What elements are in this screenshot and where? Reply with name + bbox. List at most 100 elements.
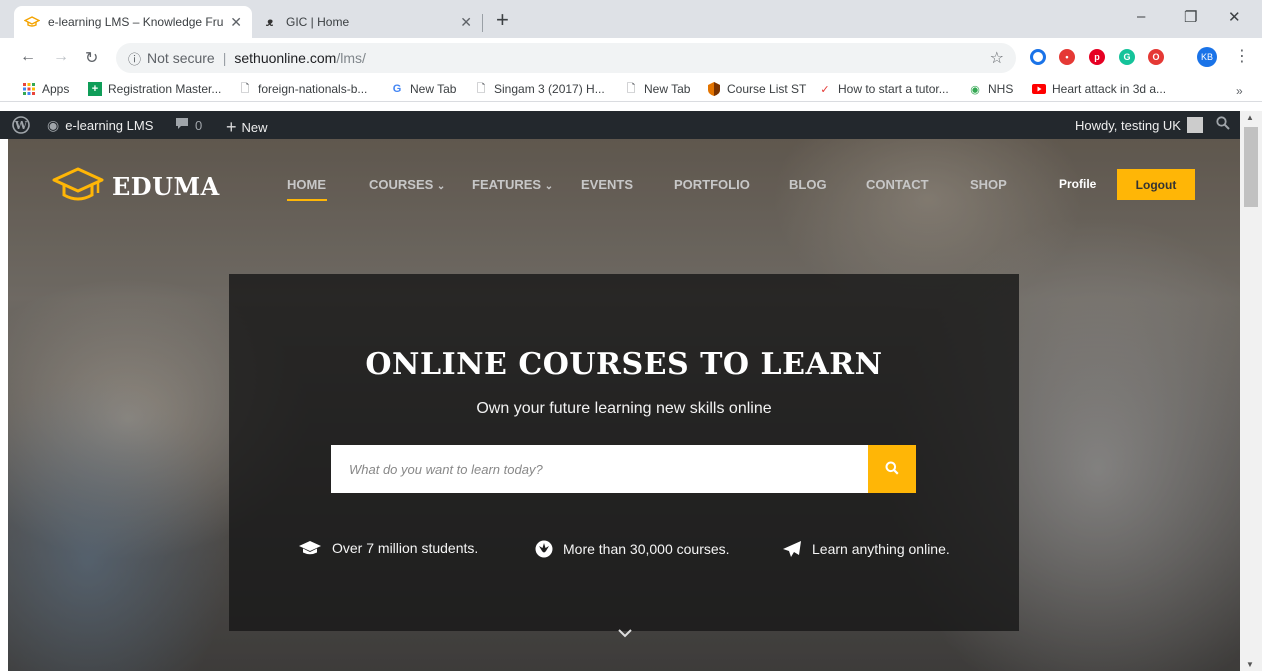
rebel-icon [535,540,553,558]
user-avatar [1186,117,1203,133]
nhs-icon: ◉ [970,83,980,96]
nav-courses[interactable]: COURSES ⌄ [369,177,445,192]
nav-events[interactable]: EVENTS [581,177,633,192]
profile-link[interactable]: Profile [1059,177,1096,191]
graduation-cap-icon [298,540,322,556]
admin-search-icon[interactable] [1216,116,1230,133]
bookmark-star-icon[interactable]: ☆ [990,48,1004,68]
tab-title: e-learning LMS – Knowledge Fru [48,15,224,29]
site-logo[interactable]: EDUMA [52,166,220,207]
bookmark-nhs[interactable]: ◉ NHS [968,82,1013,96]
bookmark-new-tab[interactable]: 🗋 New Tab [624,82,691,96]
browser-tab-elearning[interactable]: e-learning LMS – Knowledge Fru ✕ [14,6,252,38]
admin-site-link[interactable]: ◉ e-learning LMS [47,117,153,134]
chevron-down-icon: ⌄ [544,181,554,192]
apps-grid-icon [22,82,36,96]
minimize-button[interactable]: – [1137,8,1145,25]
bookmark-singam[interactable]: 🗋 Singam 3 (2017) H... [474,82,605,96]
adblock-extension-icon[interactable]: O [1148,49,1164,65]
tab-separator [482,14,483,32]
bookmark-registration[interactable]: + Registration Master... [88,82,221,96]
course-search-button[interactable] [868,445,916,493]
page-icon: 🗋 [476,82,486,95]
browser-tab-gic[interactable]: ᴥ GIC | Home ✕ [252,6,482,38]
hero-title: ONLINE COURSES TO LEARN [365,347,883,382]
bookmark-label: Singam 3 (2017) H... [494,82,605,96]
scroll-up-arrow-icon[interactable]: ▲ [1246,113,1254,122]
admin-account-link[interactable]: Howdy, testing UK [1075,117,1203,133]
reload-icon[interactable]: ↻ [85,48,98,68]
comments-count: 0 [195,117,203,133]
graduation-cap-logo-icon [52,166,104,207]
new-tab-button[interactable]: + [496,9,509,31]
nav-shop[interactable]: SHOP [970,177,1007,192]
google-icon: G [392,83,402,95]
nav-portfolio[interactable]: PORTFOLIO [674,177,750,192]
logo-text: EDUMA [112,172,220,201]
bookmark-foreign-nationals[interactable]: 🗋 foreign-nationals-b... [238,82,368,96]
web-extension-icon[interactable]: • [1059,49,1075,65]
feature-courses: More than 30,000 courses. [535,540,730,558]
profile-avatar[interactable]: KB [1197,47,1217,67]
bookmark-new-tab-google[interactable]: G New Tab [390,82,457,96]
tab-close-icon[interactable]: ✕ [230,14,242,31]
scroll-down-arrow-icon[interactable]: ▼ [1246,660,1254,669]
tab-close-icon[interactable]: ✕ [460,14,472,31]
bookmarks-bar: Apps + Registration Master... 🗋 foreign-… [0,78,1262,102]
site-name: e-learning LMS [65,118,154,133]
forward-arrow-icon[interactable]: → [53,48,69,66]
nav-features[interactable]: FEATURES ⌄ [472,177,553,192]
scrollbar-thumb[interactable] [1244,127,1258,207]
chevron-down-icon: ⌄ [436,181,446,192]
course-search-input[interactable] [331,445,868,493]
opera-extension-icon[interactable] [1030,49,1046,65]
restore-button[interactable]: ❐ [1184,8,1197,26]
plus-icon: + [88,82,102,96]
nav-contact[interactable]: CONTACT [866,177,929,192]
active-nav-indicator [287,199,327,201]
nav-features-label: FEATURES [472,177,542,192]
comment-bubble-icon [175,117,189,133]
pinterest-extension-icon[interactable]: p [1089,49,1105,65]
url-path: /lms/ [336,50,366,66]
feature-text: Learn anything online. [812,541,950,557]
bookmark-apps[interactable]: Apps [22,82,69,96]
bookmark-course-list[interactable]: Course List ST [707,82,806,96]
divider: | [222,50,227,66]
bookmark-label: Registration Master... [108,82,222,96]
address-bar[interactable]: ⓘ Not secure | sethuonline.com/lms/ ☆ [116,43,1016,73]
grammarly-extension-icon[interactable]: G [1119,49,1135,65]
url-host: sethuonline.com [234,50,337,66]
shield-icon [707,82,721,96]
tab-title: GIC | Home [286,15,350,29]
back-arrow-icon[interactable]: ← [20,48,36,66]
bookmark-heart-attack[interactable]: Heart attack in 3d a... [1032,82,1166,96]
close-window-button[interactable]: ✕ [1228,8,1241,26]
bookmark-label: Apps [42,82,70,96]
bookmark-label: Course List ST [727,82,807,96]
bookmarks-overflow-button[interactable]: » [1236,84,1243,98]
nav-courses-label: COURSES [369,177,434,192]
nav-home[interactable]: HOME [287,177,326,192]
admin-comments-link[interactable]: 0 [175,117,202,133]
bookmark-label: New Tab [410,82,457,96]
info-icon[interactable]: ⓘ [128,49,141,68]
feature-students: Over 7 million students. [298,540,478,556]
menu-kebab-icon[interactable]: ⋮ [1234,46,1250,66]
bookmark-how-to-start[interactable]: ✓ How to start a tutor... [818,82,948,96]
scroll-down-chevron-icon[interactable] [618,627,632,641]
hero-search-panel: ONLINE COURSES TO LEARN Own your future … [229,274,1019,631]
nav-blog[interactable]: BLOG [789,177,827,192]
logout-button[interactable]: Logout [1117,169,1195,200]
admin-new-link[interactable]: + New [226,117,268,138]
page-icon: 🗋 [240,82,250,95]
plus-icon: + [226,117,237,137]
paper-plane-icon [782,540,802,558]
page-scrollbar[interactable]: ▲ ▼ [1240,111,1262,671]
wordpress-logo-icon[interactable]: W [12,116,30,134]
graduation-cap-favicon-icon [24,14,40,30]
youtube-icon [1032,82,1046,96]
bookmark-label: NHS [988,82,1014,96]
bookmark-label: foreign-nationals-b... [258,82,368,96]
swoosh-icon: ✓ [820,83,830,96]
